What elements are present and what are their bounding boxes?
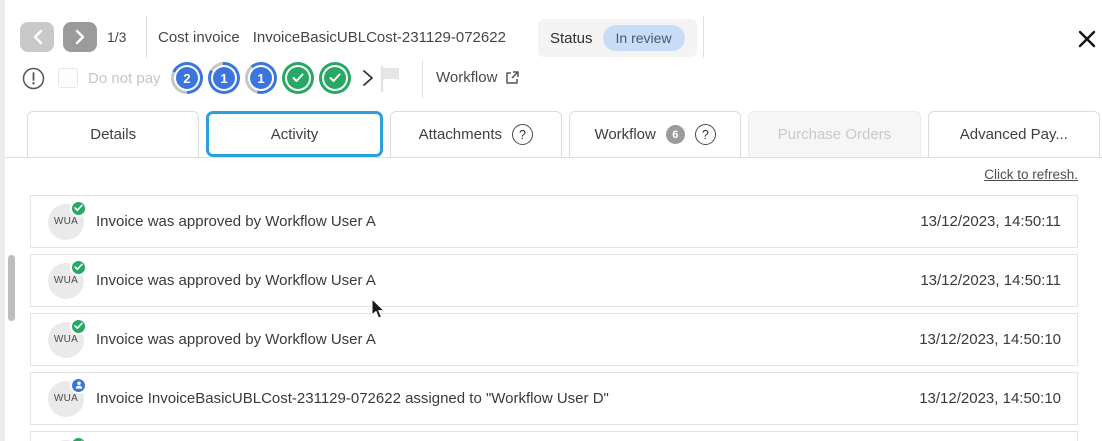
chevron-right-icon [75,29,86,45]
next-invoice-button[interactable] [63,22,97,52]
activity-text: Invoice InvoiceBasicUBLCost-231129-07262… [96,390,609,407]
do-not-pay-label: Do not pay [88,70,161,87]
activity-timestamp: 13/12/2023, 14:50:11 [920,213,1061,230]
status-badge: In review [603,25,685,51]
help-icon[interactable]: ? [695,124,716,145]
workflow-link-label: Workflow [436,69,497,86]
avatar: WUA [48,204,84,240]
tab-label: Purchase Orders [778,126,891,143]
refresh-link[interactable]: Click to refresh. [984,167,1078,182]
check-icon [329,73,341,83]
workflow-step-badge-done[interactable] [282,62,314,94]
approved-badge-icon [70,436,87,441]
tab-label: Details [90,126,136,143]
status-label: Status [550,30,593,47]
step-count: 1 [213,67,235,89]
activity-panel: Click to refresh. WUA Invoice was approv… [5,157,1102,441]
step-count: 2 [176,67,198,89]
workflow-step-badges: 2 1 1 [171,62,374,94]
activity-timestamp: 13/12/2023, 14:50:11 [920,272,1061,289]
tab-workflow[interactable]: Workflow 6 ? [569,111,741,157]
activity-text: Invoice was approved by Workflow User A [96,331,376,348]
previous-invoice-button[interactable] [20,22,54,52]
tab-label: Workflow [594,126,655,143]
help-icon[interactable]: ? [512,124,533,145]
activity-row-partial: WUA [30,431,1078,441]
activity-timestamp: 13/12/2023, 14:50:10 [919,331,1061,348]
tab-advanced-pay[interactable]: Advanced Pay... [928,111,1100,157]
divider [146,16,147,58]
doc-type-label: Cost invoice [158,29,240,46]
vertical-scrollbar-thumb[interactable] [8,255,15,321]
activity-row: WUA Invoice was approved by Workflow Use… [30,254,1078,307]
chevron-right-icon [362,68,374,88]
activity-text: Invoice was approved by Workflow User A [96,272,376,289]
workflow-external-link[interactable]: Workflow [436,69,520,86]
activity-row: WUA Invoice was approved by Workflow Use… [30,313,1078,366]
tab-bar: Details Activity Attachments ? Workflow … [27,111,1100,157]
page-indicator: 1/3 [107,29,126,45]
approved-badge-icon [70,259,87,276]
avatar: WUA [48,381,84,417]
status-group: Status In review [538,19,697,57]
workflow-step-badge[interactable]: 2 [171,62,203,94]
step-count: 1 [250,67,272,89]
tab-label: Advanced Pay... [960,126,1068,143]
divider [703,16,704,58]
external-link-icon [505,70,520,85]
tab-attachments[interactable]: Attachments ? [390,111,562,157]
tab-purchase-orders: Purchase Orders [748,111,920,157]
avatar: WUA [48,263,84,299]
activity-text: Invoice was approved by Workflow User A [96,213,376,230]
workflow-step-badge[interactable]: 1 [245,62,277,94]
tab-activity[interactable]: Activity [206,111,382,157]
activity-row: WUA Invoice InvoiceBasicUBLCost-231129-0… [30,372,1078,425]
expand-steps-button[interactable] [362,68,374,88]
chevron-left-icon [32,29,43,45]
tab-count-badge: 6 [666,125,685,144]
approved-badge-icon [70,200,87,217]
tab-details[interactable]: Details [27,111,199,157]
workflow-step-badge-done[interactable] [319,62,351,94]
divider [422,60,423,98]
workflow-step-badge[interactable]: 1 [208,62,240,94]
alert-icon [22,67,45,95]
page-title: Cost invoice InvoiceBasicUBLCost-231129-0… [158,29,506,46]
flag-icon[interactable] [379,66,401,97]
tab-label: Attachments [419,126,502,143]
activity-row: WUA Invoice was approved by Workflow Use… [30,195,1078,248]
activity-feed: WUA Invoice was approved by Workflow Use… [30,195,1078,441]
do-not-pay-checkbox[interactable] [58,68,78,88]
avatar: WUA [48,322,84,358]
activity-timestamp: 13/12/2023, 14:50:10 [919,390,1061,407]
close-button[interactable] [1074,26,1100,52]
tab-label: Activity [271,126,319,143]
close-icon [1077,29,1097,49]
check-icon [292,73,304,83]
doc-id-label: InvoiceBasicUBLCost-231129-072622 [253,29,506,46]
assigned-user-badge-icon [70,377,87,394]
approved-badge-icon [70,318,87,335]
invoice-detail-panel: 1/3 Cost invoice InvoiceBasicUBLCost-2311… [0,0,1102,441]
